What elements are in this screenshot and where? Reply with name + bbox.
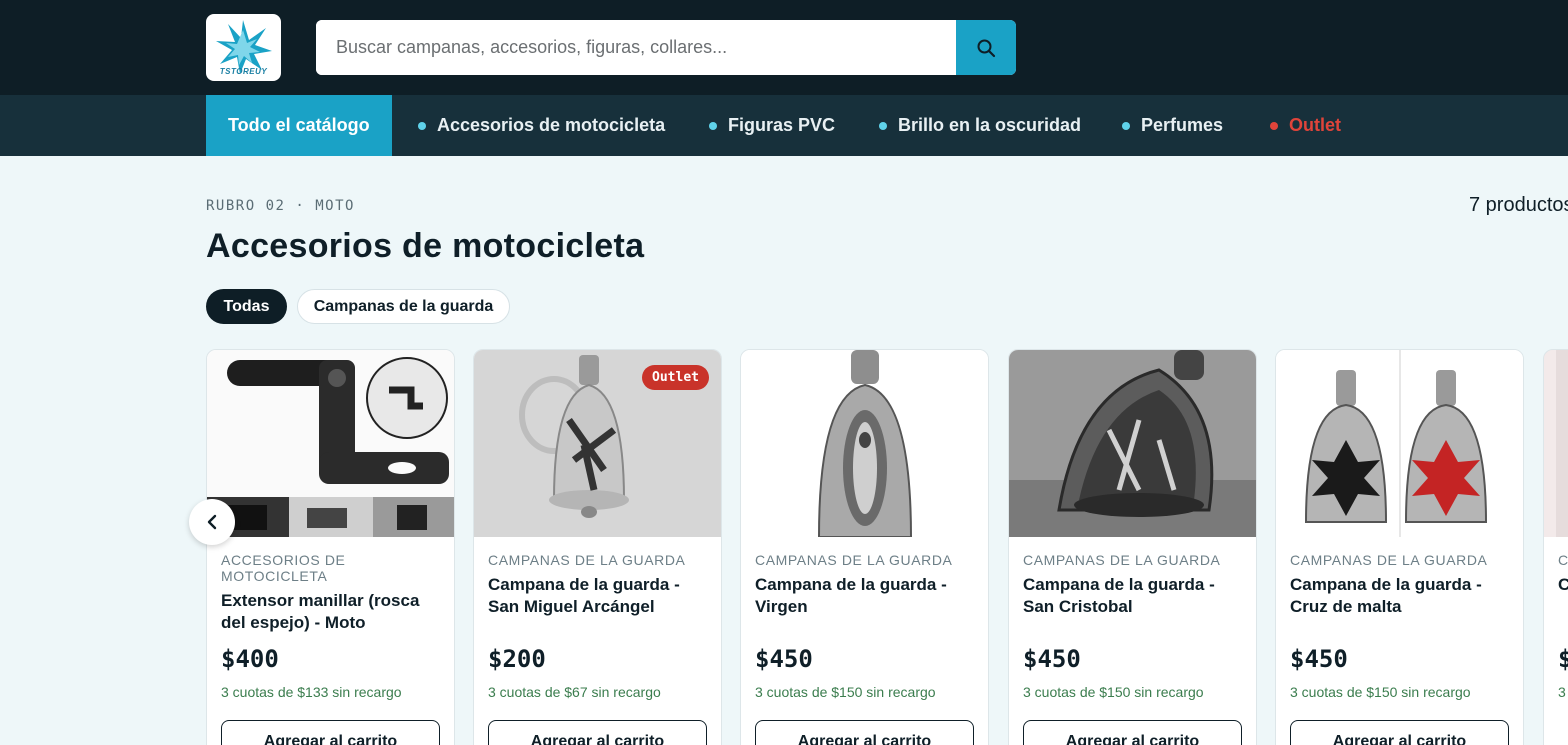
product-image[interactable]: [1276, 350, 1523, 537]
product-installments: 3 cuotas de $150 sin recargo: [755, 684, 936, 700]
nav-item-todo-catalogo[interactable]: Todo el catálogo: [206, 95, 392, 156]
nav-dot-icon: [709, 121, 717, 130]
nav-item-brillo-oscuridad[interactable]: Brillo en la oscuridad: [879, 95, 1081, 156]
product-price: $450: [1023, 645, 1081, 673]
product-price: $400: [221, 645, 279, 673]
nav-item-outlet[interactable]: Outlet: [1270, 95, 1341, 156]
product-price: $200: [488, 645, 546, 673]
product-card[interactable]: Campanas de la guarda Campana de la guar…: [1275, 349, 1524, 745]
logo-text: TSTOREUY: [219, 67, 268, 76]
product-card[interactable]: Campanas de la guarda Campana de la guar…: [1008, 349, 1257, 745]
product-installments: 3 cuotas de $150 sin recargo: [1290, 684, 1471, 700]
product-card[interactable]: Outlet Campanas de la guarda Campana de …: [473, 349, 722, 745]
product-category: Campanas de la guarda: [1023, 552, 1221, 568]
product-card[interactable]: C C $ 3: [1543, 349, 1568, 745]
carousel-prev-button[interactable]: [189, 499, 235, 545]
chevron-left-icon: [207, 514, 217, 530]
search-button[interactable]: [956, 20, 1016, 75]
search-bar: [316, 20, 1016, 75]
add-to-cart-button[interactable]: Agregar al carrito: [488, 720, 707, 745]
product-price: $450: [1290, 645, 1348, 673]
product-card[interactable]: Accesorios de motocicleta Extensor manil…: [206, 349, 455, 745]
product-name[interactable]: Campana de la guarda - Cruz de malta: [1290, 574, 1515, 618]
site-header: TSTOREUY: [0, 0, 1568, 95]
add-to-cart-button[interactable]: Agregar al carrito: [1290, 720, 1509, 745]
product-image[interactable]: [207, 350, 454, 537]
product-category: Accesorios de motocicleta: [221, 552, 346, 584]
nav-item-perfumes[interactable]: Perfumes: [1122, 95, 1223, 156]
product-category: C: [1558, 552, 1568, 568]
product-card[interactable]: Campanas de la guarda Campana de la guar…: [740, 349, 989, 745]
search-icon: [977, 39, 996, 57]
nav-item-label: Perfumes: [1141, 115, 1224, 135]
page-title: Accesorios de motocicleta: [206, 227, 645, 265]
product-image[interactable]: [1009, 350, 1256, 537]
product-category: Campanas de la guarda: [755, 552, 953, 568]
product-price: $450: [755, 645, 813, 673]
nav-item-label: Todo el catálogo: [228, 115, 370, 135]
add-to-cart-button[interactable]: Agregar al carrito: [755, 720, 974, 745]
search-input[interactable]: [316, 20, 956, 75]
nav-item-label: Brillo en la oscuridad: [898, 115, 1082, 135]
nav-item-label: Figuras PVC: [728, 115, 836, 135]
section-eyebrow: RUBRO 02 · MOTO: [206, 198, 355, 214]
product-name[interactable]: Extensor manillar (rosca del espejo) - M…: [221, 590, 446, 634]
filter-chip-campanas[interactable]: Campanas de la guarda: [297, 289, 510, 324]
product-name[interactable]: C: [1558, 574, 1568, 596]
product-category: Campanas de la guarda: [1290, 552, 1488, 568]
outlet-badge: Outlet: [642, 365, 709, 390]
filter-chip-todas[interactable]: Todas: [206, 289, 287, 324]
nav-item-figuras-pvc[interactable]: Figuras PVC: [709, 95, 835, 156]
product-installments: 3 cuotas de $133 sin recargo: [221, 684, 402, 700]
add-to-cart-button[interactable]: Agregar al carrito: [221, 720, 440, 745]
product-image[interactable]: [1544, 350, 1568, 537]
product-name[interactable]: Campana de la guarda - San Cristobal: [1023, 574, 1248, 618]
product-installments: 3 cuotas de $67 sin recargo: [488, 684, 661, 700]
nav-item-label: Outlet: [1289, 115, 1341, 135]
store-logo[interactable]: TSTOREUY: [206, 14, 281, 81]
product-name[interactable]: Campana de la guarda - Virgen: [755, 574, 980, 618]
product-name[interactable]: Campana de la guarda - San Miguel Arcáng…: [488, 574, 713, 618]
nav-dot-icon: [1270, 121, 1278, 130]
product-installments: 3 cuotas de $150 sin recargo: [1023, 684, 1204, 700]
nav-dot-icon: [418, 121, 426, 130]
category-nav: Todo el catálogo Accesorios de motocicle…: [0, 95, 1568, 156]
nav-dot-icon: [1122, 121, 1130, 130]
nav-item-accesorios-motocicleta[interactable]: Accesorios de motocicleta: [418, 95, 665, 156]
product-category: Campanas de la guarda: [488, 552, 686, 568]
add-to-cart-button[interactable]: Agregar al carrito: [1023, 720, 1242, 745]
product-price: $: [1558, 645, 1568, 673]
product-installments: 3: [1558, 684, 1566, 700]
product-count: 7 productos: [1469, 194, 1568, 216]
product-image[interactable]: Outlet: [474, 350, 721, 537]
nav-dot-icon: [879, 121, 887, 130]
nav-item-label: Accesorios de motocicleta: [437, 115, 666, 135]
product-image[interactable]: [741, 350, 988, 537]
